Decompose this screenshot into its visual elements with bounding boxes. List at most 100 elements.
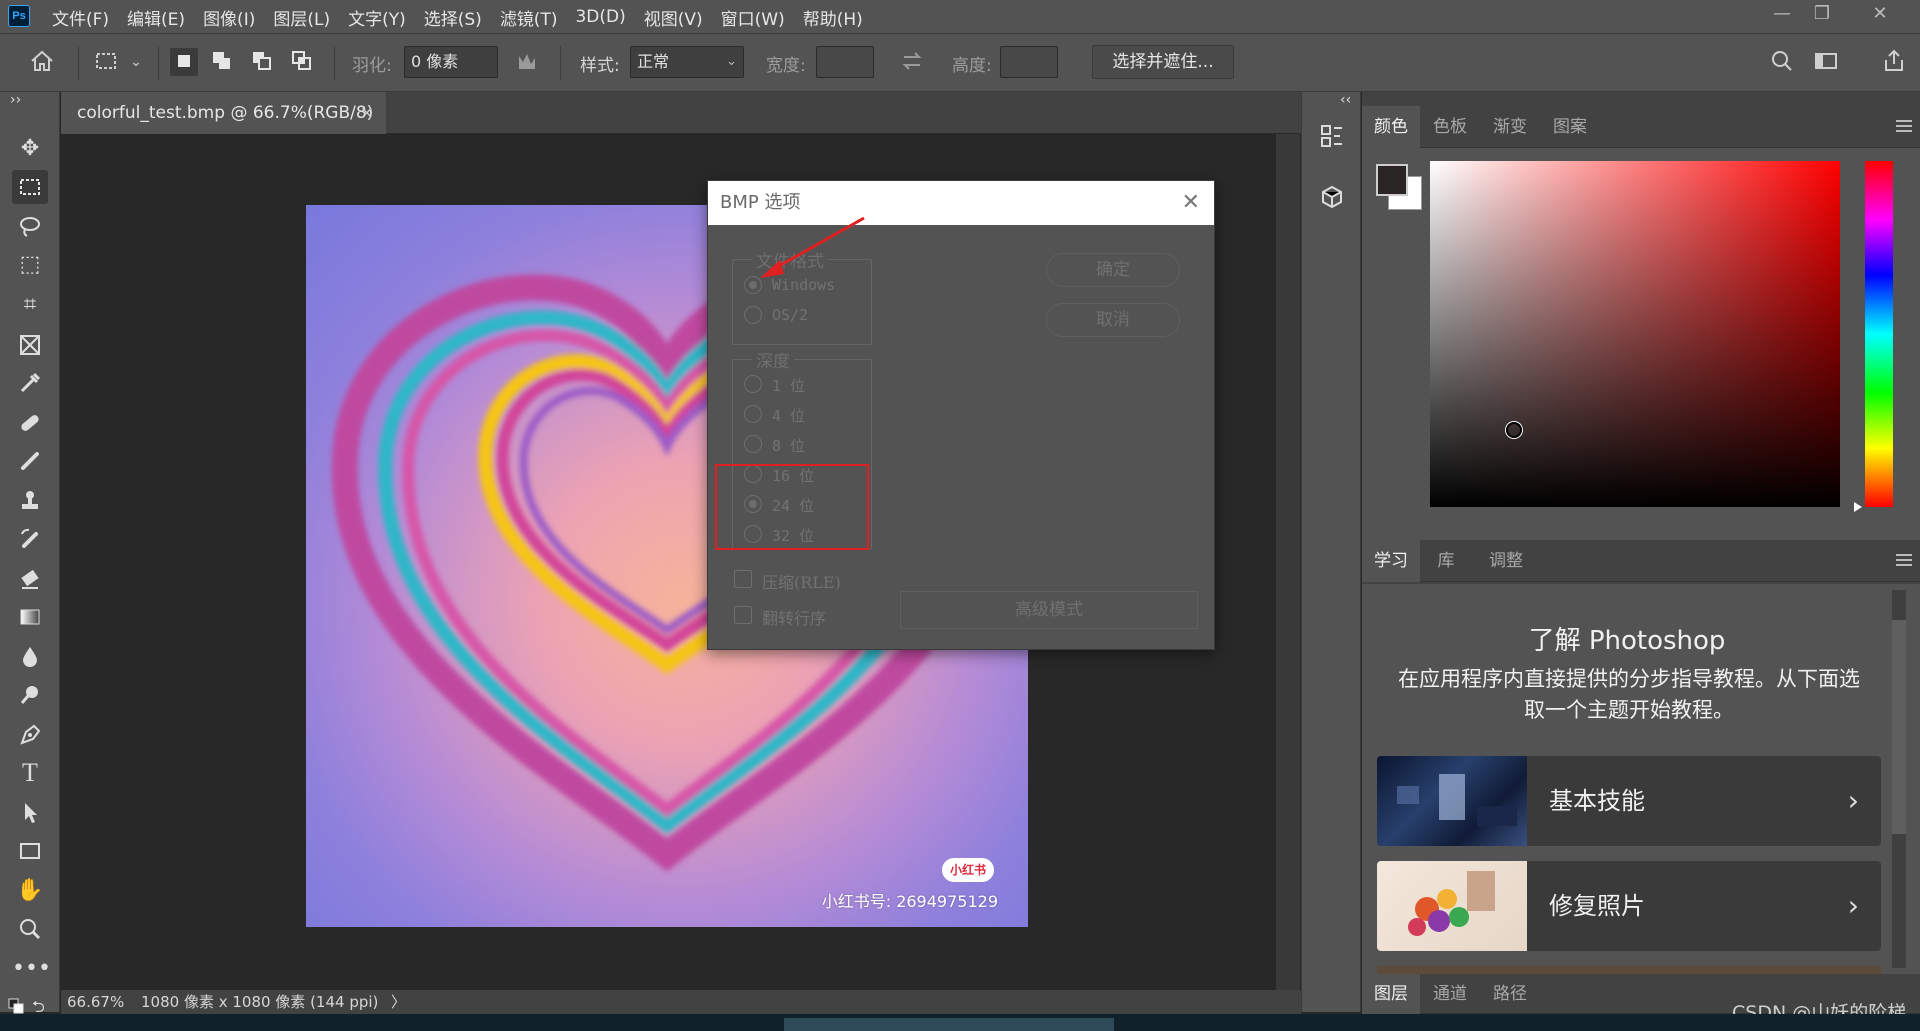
hue-slider-handle[interactable] (1854, 502, 1862, 512)
collapsed-panels-column (1301, 92, 1361, 1012)
new-selection-icon[interactable] (170, 48, 198, 76)
dialog-close-icon[interactable]: ✕ (1182, 181, 1200, 225)
pen-tool-icon[interactable] (12, 718, 48, 752)
subtract-selection-icon[interactable] (248, 48, 276, 76)
hue-slider[interactable] (1865, 161, 1893, 507)
menu-filter[interactable]: 滤镜(T) (500, 5, 558, 30)
menu-3d[interactable]: 3D(D) (575, 7, 625, 27)
tab-gradients[interactable]: 渐变 (1480, 106, 1540, 148)
history-brush-tool-icon[interactable] (12, 522, 48, 556)
ok-button[interactable]: 确定 (1046, 253, 1180, 287)
close-tab-icon[interactable]: × (360, 92, 374, 134)
taskbar-active-window[interactable] (784, 1018, 1114, 1031)
expand-tools-icon[interactable]: ›› (10, 92, 21, 108)
eyedropper-tool-icon[interactable] (12, 366, 48, 400)
feather-label: 羽化: (352, 56, 392, 76)
document-info: 1080 像素 x 1080 像素 (144 ppi) (141, 993, 379, 1011)
minimize-button[interactable]: — (1762, 0, 1802, 30)
path-selection-tool-icon[interactable] (12, 796, 48, 830)
advanced-mode-button[interactable]: 高级模式 (900, 591, 1198, 629)
width-input[interactable] (816, 46, 874, 78)
clone-stamp-tool-icon[interactable] (12, 484, 48, 518)
tab-learn[interactable]: 学习 (1362, 540, 1420, 582)
crop-tool-icon[interactable]: ⌗ (12, 288, 48, 322)
style-select[interactable]: 正常 ⌄ (630, 46, 744, 78)
object-selection-tool-icon[interactable]: ⬚ (12, 248, 48, 282)
cancel-button[interactable]: 取消 (1046, 303, 1180, 337)
compress-rle-checkbox[interactable] (734, 570, 752, 588)
menu-type[interactable]: 文字(Y) (348, 5, 406, 30)
menu-help[interactable]: 帮助(H) (803, 5, 863, 30)
more-tools-icon[interactable]: ••• (12, 952, 51, 986)
restore-button[interactable]: ❐ (1802, 0, 1842, 30)
zoom-tool-icon[interactable] (12, 912, 48, 946)
tab-libraries[interactable]: 库 (1420, 540, 1472, 582)
menu-view[interactable]: 视图(V) (644, 5, 703, 30)
menu-image[interactable]: 图像(I) (203, 5, 255, 30)
color-picker-handle[interactable] (1506, 422, 1522, 438)
tab-channels[interactable]: 通道 (1420, 974, 1480, 1014)
foreground-color-swatch[interactable] (1376, 164, 1408, 196)
healing-brush-tool-icon[interactable] (12, 406, 48, 440)
workspace-icon[interactable] (1812, 48, 1840, 76)
select-and-mask-button[interactable]: 选择并遮住... (1092, 45, 1234, 79)
zoom-level[interactable]: 66.67% (67, 990, 124, 1014)
intersect-selection-icon[interactable] (288, 48, 316, 76)
lasso-tool-icon[interactable] (12, 210, 48, 244)
swap-icon[interactable] (898, 48, 926, 76)
anti-alias-icon[interactable] (514, 48, 542, 76)
rectangle-tool-icon[interactable] (12, 834, 48, 868)
tab-paths[interactable]: 路径 (1480, 974, 1540, 1014)
depth-1bit-radio[interactable] (744, 375, 762, 393)
tab-patterns[interactable]: 图案 (1540, 106, 1600, 148)
chevron-down-icon[interactable]: ⌄ (122, 48, 150, 76)
frame-tool-icon[interactable] (12, 328, 48, 362)
panel-menu-icon[interactable] (1896, 554, 1912, 566)
format-os2-radio[interactable] (744, 306, 762, 324)
menu-select[interactable]: 选择(S) (424, 5, 482, 30)
properties-3d-icon[interactable] (1318, 184, 1346, 212)
blur-tool-icon[interactable] (12, 640, 48, 674)
tutorial-card-basic-skills[interactable]: 基本技能 › (1377, 756, 1881, 846)
menu-edit[interactable]: 编辑(E) (127, 5, 185, 30)
default-colors-icon[interactable] (8, 998, 24, 1014)
collapse-left-icon[interactable]: ‹‹ (1340, 92, 1351, 108)
depth-4bit-radio[interactable] (744, 405, 762, 423)
menu-file[interactable]: 文件(F) (52, 5, 109, 30)
tab-layers[interactable]: 图层 (1362, 974, 1420, 1014)
document-tab[interactable]: colorful_test.bmp @ 66.7%(RGB/8) × (61, 92, 386, 134)
menu-layer[interactable]: 图层(L) (273, 5, 330, 30)
marquee-preset-icon[interactable] (92, 48, 120, 76)
type-tool-icon[interactable]: T (12, 756, 48, 790)
tab-adjustments[interactable]: 调整 (1472, 540, 1540, 582)
add-selection-icon[interactable] (208, 48, 236, 76)
home-icon[interactable] (28, 48, 56, 76)
status-arrow-icon[interactable]: 〉 (391, 990, 406, 1014)
color-spectrum-field[interactable] (1430, 161, 1840, 507)
share-icon[interactable] (1880, 48, 1908, 76)
history-panel-icon[interactable] (1318, 122, 1346, 150)
menu-window[interactable]: 窗口(W) (721, 5, 785, 30)
learn-panel-scroll-thumb[interactable] (1892, 620, 1906, 834)
depth-8bit-radio[interactable] (744, 435, 762, 453)
rectangular-marquee-tool-icon[interactable] (12, 170, 48, 204)
hand-tool-icon[interactable]: ✋ (12, 874, 48, 908)
tab-swatches[interactable]: 色板 (1420, 106, 1480, 148)
move-tool-icon[interactable]: ✥ (12, 132, 48, 166)
tab-color[interactable]: 颜色 (1362, 106, 1420, 148)
gradient-tool-icon[interactable] (12, 600, 48, 634)
flip-rows-checkbox[interactable] (734, 606, 752, 624)
dodge-tool-icon[interactable] (12, 678, 48, 712)
height-input[interactable] (1000, 46, 1058, 78)
eraser-tool-icon[interactable] (12, 562, 48, 596)
depth-label: 深度 (752, 347, 794, 372)
tutorial-card-fix-photo[interactable]: 修复照片 › (1377, 861, 1881, 951)
feather-input[interactable]: 0 像素 (404, 46, 498, 78)
menu-bar: Ps 文件(F) 编辑(E) 图像(I) 图层(L) 文字(Y) 选择(S) 滤… (0, 0, 1920, 34)
annotation-arrow-icon (760, 216, 865, 278)
search-icon[interactable] (1768, 48, 1796, 76)
document-scrollbar[interactable] (1276, 134, 1300, 1012)
brush-tool-icon[interactable] (12, 444, 48, 478)
close-window-button[interactable]: ✕ (1860, 0, 1900, 30)
panel-menu-icon[interactable] (1896, 120, 1912, 132)
